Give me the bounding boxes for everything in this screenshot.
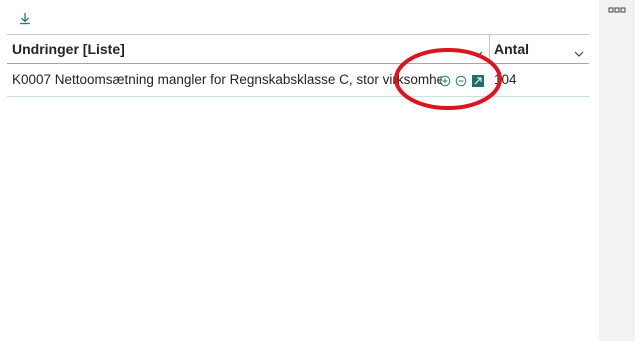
column-header-undringer[interactable]: Undringer [Liste]	[12, 35, 482, 63]
chevron-down-icon[interactable]	[574, 45, 584, 57]
more-options-icon[interactable]	[608, 2, 626, 13]
row-count: 104	[494, 72, 517, 87]
data-table: Undringer [Liste] Antal K0007 Nettoomsæt…	[7, 34, 589, 97]
table-row[interactable]: K0007 Nettoomsætning mangler for Regnska…	[7, 64, 589, 97]
collapse-minus-icon[interactable]	[455, 74, 467, 87]
chevron-down-icon[interactable]	[473, 45, 483, 57]
side-gutter	[599, 0, 635, 341]
download-icon[interactable]	[17, 11, 33, 27]
row-label: K0007 Nettoomsætning mangler for Regnska…	[12, 72, 442, 87]
visual-container: Undringer [Liste] Antal K0007 Nettoomsæt…	[0, 0, 635, 341]
table-header: Undringer [Liste] Antal	[7, 34, 589, 64]
drill-box-icon[interactable]	[472, 74, 484, 87]
column-divider[interactable]	[489, 35, 490, 63]
expand-plus-icon[interactable]	[439, 74, 451, 87]
